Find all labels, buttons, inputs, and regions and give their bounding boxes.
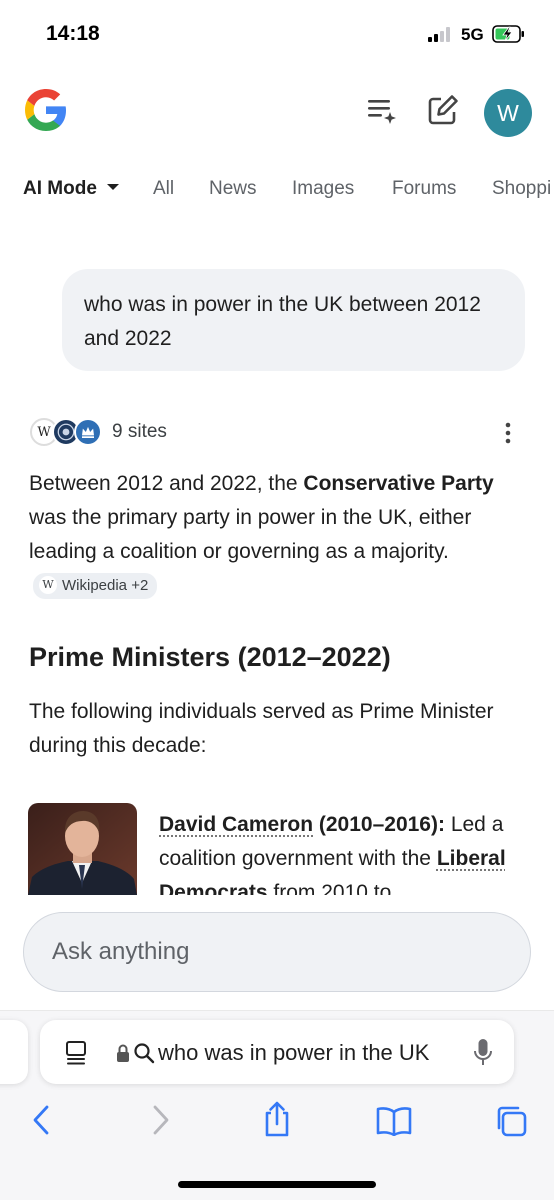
search-tabs: AI Mode All News Images Forums Shoppi	[0, 178, 554, 208]
tab-all[interactable]: All	[153, 178, 174, 200]
answer-text: Between 2012 and 2022, the	[29, 472, 304, 495]
tab-shopping[interactable]: Shoppi	[492, 178, 551, 200]
ask-anything-input[interactable]: Ask anything	[23, 912, 531, 992]
avatar[interactable]: W	[484, 89, 532, 137]
reader-icon[interactable]	[64, 1040, 88, 1066]
mic-icon[interactable]	[473, 1038, 493, 1068]
status-time: 14:18	[46, 22, 100, 45]
pm-description: from 2010 to	[267, 881, 392, 895]
sources-row[interactable]: W 9 sites	[30, 416, 167, 448]
back-icon[interactable]	[30, 1104, 52, 1136]
battery-charging-icon	[492, 25, 524, 43]
section-heading: Prime Ministers (2012–2022)	[29, 642, 391, 672]
pm-list-item: David Cameron (2010–2016): Led a coaliti…	[159, 808, 531, 895]
ask-placeholder: Ask anything	[52, 938, 190, 965]
cellular-signal-icon	[428, 26, 454, 42]
search-icon	[134, 1043, 155, 1064]
status-bar: 14:18 5G	[0, 0, 554, 70]
user-query-bubble: who was in power in the UK between 2012 …	[62, 269, 525, 371]
forward-icon[interactable]	[150, 1104, 172, 1136]
share-icon[interactable]	[261, 1100, 293, 1138]
previous-tab-card[interactable]	[0, 1020, 28, 1084]
tab-forums[interactable]: Forums	[392, 178, 456, 200]
crown-icon	[74, 418, 102, 446]
history-icon[interactable]	[365, 93, 399, 127]
answer-bold-text: Conservative Party	[303, 472, 494, 495]
pm-name-link[interactable]: David Cameron	[159, 813, 313, 836]
tabs-icon[interactable]	[494, 1104, 528, 1138]
citation-chip[interactable]: W Wikipedia +2	[33, 573, 158, 600]
tab-images[interactable]: Images	[292, 178, 354, 200]
pm-photo[interactable]	[28, 803, 137, 895]
lock-icon	[117, 1044, 129, 1062]
tab-news[interactable]: News	[209, 178, 257, 200]
network-type: 5G	[461, 25, 484, 44]
ai-answer-paragraph: Between 2012 and 2022, the Conservative …	[29, 467, 524, 603]
new-chat-icon[interactable]	[426, 93, 460, 127]
pm-years: (2010–2016):	[313, 813, 445, 836]
answer-text: was the primary party in power in the UK…	[29, 506, 472, 563]
address-text[interactable]: who was in power in the UK	[158, 1040, 454, 1066]
chevron-down-icon	[106, 183, 119, 190]
tab-label: AI Mode	[23, 178, 97, 199]
citation-label: Wikipedia +2	[62, 577, 149, 595]
section-intro: The following individuals served as Prim…	[29, 700, 494, 757]
more-vert-icon[interactable]	[500, 420, 516, 446]
tab-ai-mode[interactable]: AI Mode	[23, 178, 119, 200]
home-indicator[interactable]	[178, 1181, 376, 1188]
wikipedia-icon: W	[39, 576, 57, 595]
sites-count: 9 sites	[112, 421, 167, 442]
bookmarks-icon[interactable]	[375, 1106, 413, 1136]
google-logo-icon[interactable]	[22, 86, 70, 134]
